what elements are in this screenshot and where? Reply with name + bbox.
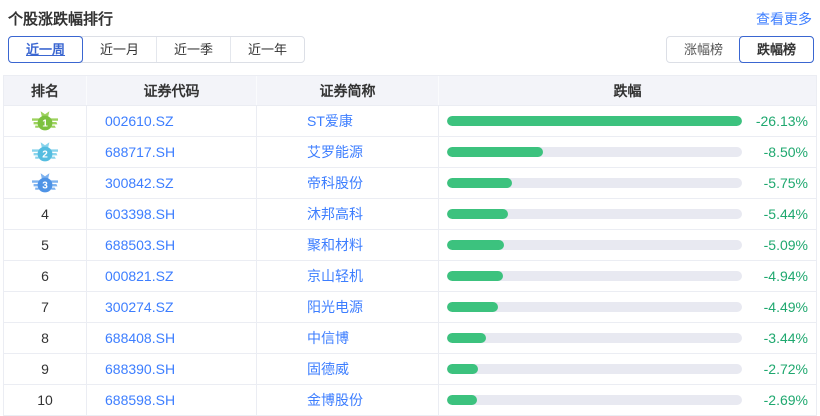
decline-bar-fill (447, 116, 742, 126)
stock-code-link[interactable]: 688598.SH (86, 385, 256, 415)
decline-bar-track (447, 178, 742, 188)
stock-code-link[interactable]: 000821.SZ (86, 261, 256, 291)
tab-losers-board[interactable]: 跌幅榜 (739, 36, 814, 63)
decline-bar-track (447, 240, 742, 250)
svg-text:2: 2 (42, 150, 48, 161)
decline-percent: -8.50% (742, 144, 808, 160)
decline-bar-fill (447, 240, 504, 250)
view-more-link[interactable]: 查看更多 (756, 9, 812, 29)
decline-bar-fill (447, 364, 478, 374)
stock-name-link[interactable]: 聚和材料 (256, 230, 438, 260)
stock-code-link[interactable]: 688717.SH (86, 137, 256, 167)
column-header-name: 证券简称 (256, 76, 438, 105)
table-row[interactable]: 2 688717.SH 艾罗能源 -8.50% (4, 136, 816, 167)
decline-bar-track (447, 364, 742, 374)
decline-bar-fill (447, 395, 477, 405)
decline-bar-fill (447, 147, 543, 157)
stock-name-link[interactable]: 中信博 (256, 323, 438, 353)
rank-number: 6 (41, 268, 49, 284)
decline-bar-track (447, 209, 742, 219)
rank-medal-icon: 3 (32, 172, 58, 194)
decline-percent: -2.72% (742, 361, 808, 377)
decline-bar-fill (447, 271, 503, 281)
rank-number: 4 (41, 206, 49, 222)
table-header-row: 排名 证券代码 证券简称 跌幅 (4, 76, 816, 105)
table-row[interactable]: 3 300842.SZ 帝科股份 -5.75% (4, 167, 816, 198)
stock-name-link[interactable]: 沐邦高科 (256, 199, 438, 229)
decline-bar-track (447, 333, 742, 343)
rank-number: 8 (41, 330, 49, 346)
decline-percent: -5.09% (742, 237, 808, 253)
rank-number: 9 (41, 361, 49, 377)
decline-bar-track (447, 271, 742, 281)
column-header-code: 证券代码 (86, 76, 256, 105)
ranking-table: 排名 证券代码 证券简称 跌幅 1 002610.SZ ST爱康 - (3, 75, 817, 416)
stock-code-link[interactable]: 688408.SH (86, 323, 256, 353)
table-row[interactable]: 6 000821.SZ 京山轻机 -4.94% (4, 260, 816, 291)
decline-bar-track (447, 116, 742, 126)
svg-text:1: 1 (42, 119, 48, 130)
controls-row: 近一周 近一月 近一季 近一年 涨幅榜 跌幅榜 (8, 36, 814, 64)
tab-last-quarter[interactable]: 近一季 (156, 37, 230, 62)
stock-name-link[interactable]: 阳光电源 (256, 292, 438, 322)
table-row[interactable]: 10 688598.SH 金博股份 -2.69% (4, 384, 816, 415)
table-row[interactable]: 1 002610.SZ ST爱康 -26.13% (4, 105, 816, 136)
stock-code-link[interactable]: 002610.SZ (86, 106, 256, 136)
svg-text:3: 3 (42, 181, 48, 192)
tab-gainers-board[interactable]: 涨幅榜 (667, 37, 740, 62)
stock-code-link[interactable]: 300274.SZ (86, 292, 256, 322)
table-row[interactable]: 7 300274.SZ 阳光电源 -4.49% (4, 291, 816, 322)
table-row[interactable]: 5 688503.SH 聚和材料 -5.09% (4, 229, 816, 260)
rank-medal-icon: 1 (32, 110, 58, 132)
decline-bar-track (447, 147, 742, 157)
rank-number: 5 (41, 237, 49, 253)
decline-percent: -2.69% (742, 392, 808, 408)
decline-bar-fill (447, 178, 512, 188)
rank-number: 7 (41, 299, 49, 315)
table-row[interactable]: 8 688408.SH 中信博 -3.44% (4, 322, 816, 353)
stock-name-link[interactable]: 帝科股份 (256, 168, 438, 198)
stock-name-link[interactable]: 固德威 (256, 354, 438, 384)
page-title: 个股涨跌幅排行 (8, 8, 113, 29)
table-row[interactable]: 4 603398.SH 沐邦高科 -5.44% (4, 198, 816, 229)
stock-code-link[interactable]: 603398.SH (86, 199, 256, 229)
section-header: 个股涨跌幅排行 查看更多 (0, 0, 820, 28)
decline-bar-track (447, 395, 742, 405)
decline-percent: -26.13% (742, 113, 808, 129)
decline-percent: -3.44% (742, 330, 808, 346)
stock-code-link[interactable]: 688390.SH (86, 354, 256, 384)
stock-name-link[interactable]: 京山轻机 (256, 261, 438, 291)
decline-bar-track (447, 302, 742, 312)
column-header-change: 跌幅 (438, 76, 816, 105)
tab-last-year[interactable]: 近一年 (230, 37, 304, 62)
tab-last-week[interactable]: 近一周 (8, 36, 83, 63)
decline-percent: -4.94% (742, 268, 808, 284)
decline-bar-fill (447, 302, 498, 312)
stock-code-link[interactable]: 688503.SH (86, 230, 256, 260)
stock-name-link[interactable]: ST爱康 (256, 106, 438, 136)
tab-last-month[interactable]: 近一月 (82, 37, 156, 62)
decline-percent: -5.44% (742, 206, 808, 222)
period-tab-group: 近一周 近一月 近一季 近一年 (8, 36, 305, 63)
decline-bar-fill (447, 209, 508, 219)
stock-code-link[interactable]: 300842.SZ (86, 168, 256, 198)
rank-medal-icon: 2 (32, 141, 58, 163)
rank-number: 10 (37, 392, 53, 408)
stock-name-link[interactable]: 金博股份 (256, 385, 438, 415)
decline-percent: -5.75% (742, 175, 808, 191)
table-row[interactable]: 9 688390.SH 固德威 -2.72% (4, 353, 816, 384)
board-toggle-group: 涨幅榜 跌幅榜 (666, 36, 814, 63)
decline-bar-fill (447, 333, 486, 343)
decline-percent: -4.49% (742, 299, 808, 315)
column-header-rank: 排名 (4, 76, 86, 105)
table-body: 1 002610.SZ ST爱康 -26.13% 2 (4, 105, 816, 415)
stock-name-link[interactable]: 艾罗能源 (256, 137, 438, 167)
